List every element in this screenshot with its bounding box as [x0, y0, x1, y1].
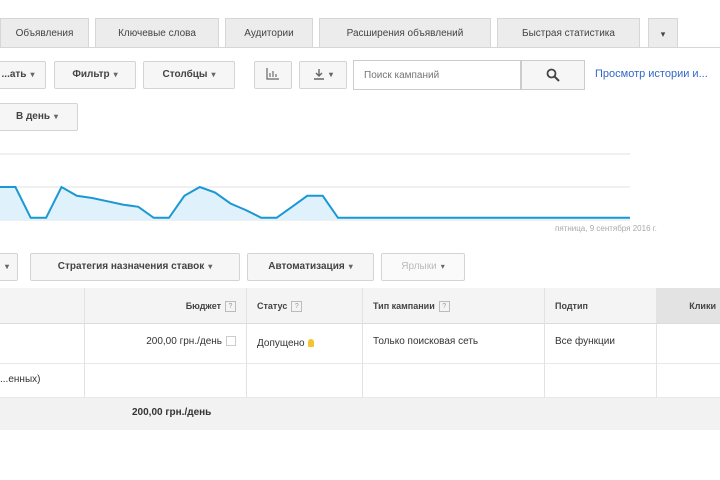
- chevron-down-icon: ▾: [113, 70, 118, 79]
- table-row-summary-cell: [545, 364, 657, 398]
- tab-keywords[interactable]: Ключевые слова: [95, 18, 219, 48]
- labels-button[interactable]: Ярлыки ▾: [381, 253, 465, 281]
- table-row-total: 200,00 грн./день: [0, 398, 720, 430]
- more-tabs-button[interactable]: ▾: [648, 18, 678, 48]
- period-dropdown-label: В день: [15, 111, 51, 122]
- chevron-down-icon: ▾: [440, 262, 445, 271]
- table-row-summary-label: ...енных): [0, 364, 85, 398]
- change-history-link[interactable]: Просмотр истории и...: [595, 68, 708, 80]
- total-budget-value: 200,00 грн./день: [132, 407, 212, 418]
- chart-icon: [266, 68, 279, 80]
- tab-divider: [0, 47, 720, 48]
- table-row-summary-cell: [363, 364, 545, 398]
- chart-date-caption: пятница, 9 сентября 2016 г.: [555, 224, 657, 233]
- header-budget-label: Бюджет: [185, 301, 221, 311]
- chevron-down-icon: ▾: [348, 262, 353, 271]
- period-dropdown[interactable]: В день ▾: [0, 103, 78, 131]
- header-status[interactable]: Статус?: [247, 288, 363, 324]
- edit-pencil-icon[interactable]: [226, 336, 236, 347]
- tab-audiences[interactable]: Аудитории: [225, 18, 313, 48]
- header-campaign: [0, 288, 85, 324]
- download-button[interactable]: ▾: [299, 61, 347, 89]
- header-subtype-label: Подтип: [555, 301, 588, 311]
- header-budget[interactable]: Бюджет?: [85, 288, 247, 324]
- search-button[interactable]: [521, 60, 585, 90]
- performance-chart: [0, 153, 630, 221]
- subtype-value: Все функции: [555, 336, 615, 347]
- chevron-down-icon: ▾: [30, 70, 35, 79]
- chart-area-fill: [0, 187, 630, 220]
- bidding-strategy-button[interactable]: Стратегия назначения ставок ▾: [30, 253, 240, 281]
- campaign-type-value: Только поисковая сеть: [373, 336, 479, 347]
- chevron-down-icon: ▾: [328, 70, 333, 79]
- help-icon[interactable]: ?: [438, 301, 450, 313]
- table-row-summary-cell: [657, 364, 720, 398]
- table-row-campaign-type: Только поисковая сеть: [363, 324, 545, 364]
- table-row-status: Допущено: [247, 324, 363, 364]
- segment-chart-button[interactable]: [254, 61, 292, 89]
- header-subtype[interactable]: Подтип: [545, 288, 657, 324]
- table-row-budget: 200,00 грн./день: [85, 324, 247, 364]
- table-row-campaign: [0, 324, 85, 364]
- search-icon: [546, 68, 560, 82]
- tab-quick-stats[interactable]: Быстрая статистика: [497, 18, 640, 48]
- search-input[interactable]: [353, 60, 521, 90]
- table-row-subtype: Все функции: [545, 324, 657, 364]
- chevron-down-icon: ▾: [4, 262, 9, 271]
- table-row-summary-cell: [247, 364, 363, 398]
- header-campaign-type-label: Тип кампании: [373, 301, 435, 311]
- download-icon: [313, 69, 324, 81]
- help-icon[interactable]: ?: [225, 301, 236, 313]
- labels-label: Ярлыки: [401, 261, 437, 272]
- filter-button-label: Фильтр: [72, 69, 110, 80]
- header-clicks-label: Клики: [689, 301, 716, 311]
- lightbulb-icon[interactable]: [307, 339, 314, 348]
- columns-button[interactable]: Столбцы ▾: [143, 61, 235, 89]
- edit-button-label: ...ать: [1, 69, 27, 80]
- chevron-down-icon: ▾: [211, 70, 216, 79]
- automation-label: Автоматизация: [268, 261, 345, 272]
- edit-button[interactable]: ...ать ▾: [0, 61, 46, 89]
- summary-label: ...енных): [0, 374, 41, 385]
- tab-bar: Объявления Ключевые слова Аудитории Расш…: [0, 18, 720, 48]
- bidding-strategy-label: Стратегия назначения ставок: [57, 261, 205, 272]
- tab-ads[interactable]: Объявления: [0, 18, 89, 48]
- status-value: Допущено: [257, 338, 305, 349]
- tab-ad-extensions[interactable]: Расширения объявлений: [319, 18, 491, 48]
- header-campaign-type[interactable]: Тип кампании?: [363, 288, 545, 324]
- table-row-clicks: [657, 324, 720, 364]
- filter-button[interactable]: Фильтр ▾: [54, 61, 136, 89]
- header-clicks[interactable]: Клики: [657, 288, 720, 324]
- header-status-label: Статус: [257, 301, 288, 311]
- edit-dropdown[interactable]: ▾: [0, 253, 18, 281]
- columns-button-label: Столбцы: [162, 69, 208, 80]
- budget-value: 200,00 грн./день: [146, 336, 222, 347]
- help-icon[interactable]: ?: [291, 301, 303, 313]
- table-row-summary-cell: [85, 364, 247, 398]
- chevron-down-icon: ▾: [208, 262, 213, 271]
- automation-button[interactable]: Автоматизация ▾: [247, 253, 374, 281]
- chevron-down-icon: ▾: [54, 112, 59, 121]
